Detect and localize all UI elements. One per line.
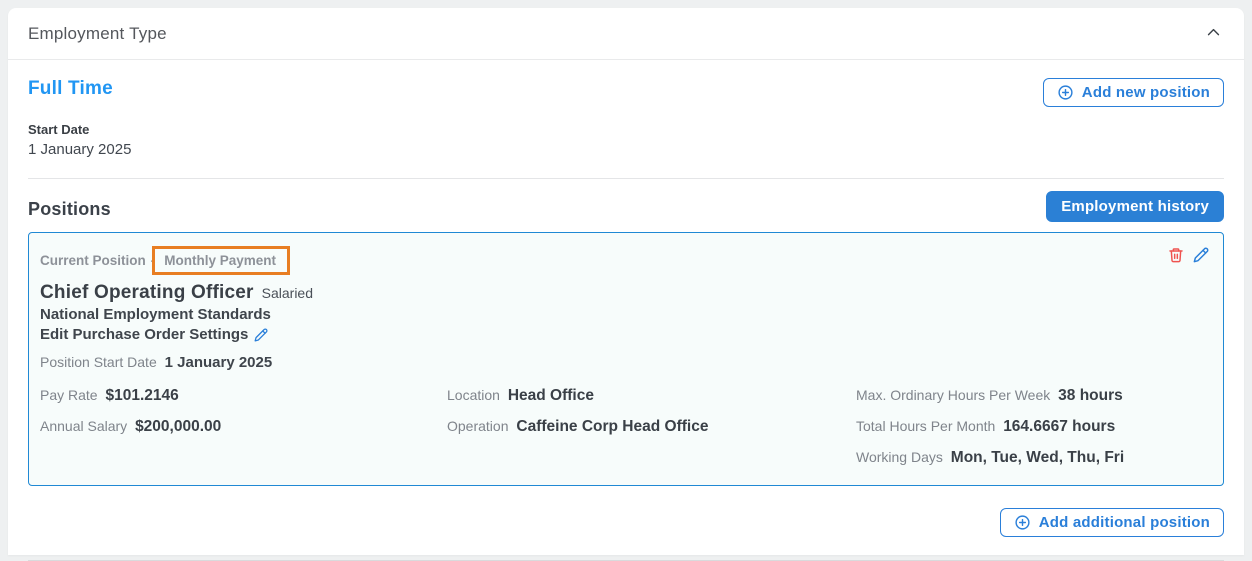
detail-value: Mon, Tue, Wed, Thu, Fri xyxy=(951,449,1124,466)
delete-position-button[interactable] xyxy=(1168,247,1184,266)
detail-operation: Operation Caffeine Corp Head Office xyxy=(447,418,856,436)
detail-total-hours: Total Hours Per Month 164.6667 hours xyxy=(856,418,1209,436)
detail-max-ordinary-hours: Max. Ordinary Hours Per Week 38 hours xyxy=(856,387,1209,405)
employment-type-panel: Employment Type Full Time Add new positi… xyxy=(8,8,1244,555)
detail-pay-rate: Pay Rate $101.2146 xyxy=(40,387,447,405)
employment-history-button[interactable]: Employment history xyxy=(1046,191,1224,222)
add-new-position-label: Add new position xyxy=(1082,84,1210,101)
position-pay-type: Salaried xyxy=(262,285,313,301)
detail-value: $101.2146 xyxy=(105,387,178,404)
pencil-icon xyxy=(254,328,268,342)
collapse-section-button[interactable] xyxy=(1203,22,1224,46)
positions-header: Positions Employment history xyxy=(8,179,1244,222)
detail-value: Head Office xyxy=(508,387,594,404)
add-additional-position-button[interactable]: Add additional position xyxy=(1000,508,1224,537)
position-start-date-value: 1 January 2025 xyxy=(165,354,273,371)
positions-heading: Positions xyxy=(28,199,111,222)
detail-location: Location Head Office xyxy=(447,387,856,405)
edit-purchase-order-label: Edit Purchase Order Settings xyxy=(40,326,248,344)
position-start-date-label: Position Start Date xyxy=(40,354,157,370)
position-start-date-row: Position Start Date 1 January 2025 xyxy=(40,354,1209,371)
position-title: Chief Operating Officer xyxy=(40,282,254,304)
trash-icon xyxy=(1168,247,1184,266)
detail-label: Annual Salary xyxy=(40,418,127,434)
monthly-payment-label: Monthly Payment xyxy=(164,253,276,268)
start-date-value: 1 January 2025 xyxy=(28,141,1224,158)
employment-standards-label: National Employment Standards xyxy=(40,306,1209,324)
detail-value: Caffeine Corp Head Office xyxy=(516,418,708,435)
plus-circle-icon xyxy=(1014,514,1031,531)
details-column-pay: Pay Rate $101.2146 Annual Salary $200,00… xyxy=(40,387,447,467)
add-additional-row: Add additional position xyxy=(8,486,1244,537)
monthly-payment-annotation-box: Monthly Payment xyxy=(152,246,290,275)
detail-label: Working Days xyxy=(856,449,943,465)
detail-value: 164.6667 hours xyxy=(1003,418,1115,435)
full-time-section: Full Time Add new position Start Date 1 … xyxy=(8,60,1244,158)
detail-annual-salary: Annual Salary $200,000.00 xyxy=(40,418,447,436)
start-date-label: Start Date xyxy=(28,122,1224,137)
detail-label: Max. Ordinary Hours Per Week xyxy=(856,387,1050,403)
chevron-up-icon xyxy=(1205,24,1222,44)
plus-circle-icon xyxy=(1057,84,1074,101)
panel-header: Employment Type xyxy=(8,8,1244,60)
detail-working-days: Working Days Mon, Tue, Wed, Thu, Fri xyxy=(856,449,1209,467)
add-new-position-button[interactable]: Add new position xyxy=(1043,78,1224,107)
detail-label: Pay Rate xyxy=(40,387,98,403)
detail-label: Operation xyxy=(447,418,508,434)
details-column-hours: Max. Ordinary Hours Per Week 38 hours To… xyxy=(856,387,1209,467)
details-column-location: Location Head Office Operation Caffeine … xyxy=(447,387,856,467)
page-title: Employment Type xyxy=(28,24,167,44)
detail-value: 38 hours xyxy=(1058,387,1123,404)
add-additional-position-label: Add additional position xyxy=(1039,514,1210,531)
employment-type-value: Full Time xyxy=(28,78,113,100)
detail-label: Total Hours Per Month xyxy=(856,418,995,434)
current-position-card: Current Position - Monthly Payment Chief… xyxy=(28,232,1224,486)
edit-purchase-order-link[interactable]: Edit Purchase Order Settings xyxy=(40,326,268,344)
current-position-label: Current Position xyxy=(40,253,146,268)
position-status-row: Current Position - Monthly Payment xyxy=(40,246,1209,275)
position-details-grid: Pay Rate $101.2146 Annual Salary $200,00… xyxy=(40,387,1209,467)
detail-value: $200,000.00 xyxy=(135,418,221,435)
pencil-icon xyxy=(1193,247,1209,266)
detail-label: Location xyxy=(447,387,500,403)
edit-position-button[interactable] xyxy=(1193,247,1209,266)
